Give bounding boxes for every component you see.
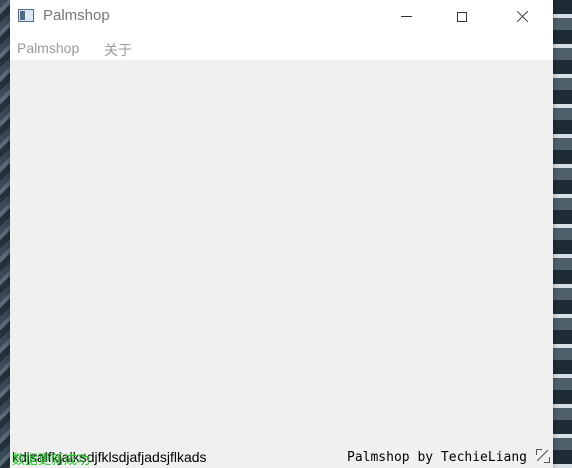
size-grip-arrow — [544, 457, 550, 463]
minimize-icon — [400, 16, 412, 17]
window-app-icon[interactable] — [18, 9, 34, 22]
close-button[interactable] — [499, 0, 545, 33]
size-grip-icon[interactable] — [535, 448, 552, 465]
status-permanent-label: Palmshop by TechieLiang — [347, 450, 528, 465]
desktop-background-right — [552, 0, 572, 468]
status-overlay-message: 数据更新成功 — [12, 453, 91, 468]
main-window: Palmshop Palmshop 关于 kdjsalfkjalksdjfkls… — [10, 0, 553, 468]
maximize-button[interactable] — [439, 0, 485, 33]
menu-item-palmshop[interactable]: Palmshop — [17, 40, 79, 56]
menu-item-about[interactable]: 关于 — [104, 40, 132, 60]
close-icon — [516, 10, 529, 23]
minimize-button[interactable] — [383, 0, 429, 33]
central-content-area — [10, 60, 553, 444]
status-bar: kdjsalfkjalksdjfklsdjafjadsjflkads 数据更新成… — [10, 444, 553, 468]
window-title: Palmshop — [43, 7, 110, 24]
menu-bar: Palmshop 关于 — [10, 33, 553, 60]
maximize-icon — [457, 11, 467, 22]
title-bar[interactable]: Palmshop — [10, 0, 553, 33]
